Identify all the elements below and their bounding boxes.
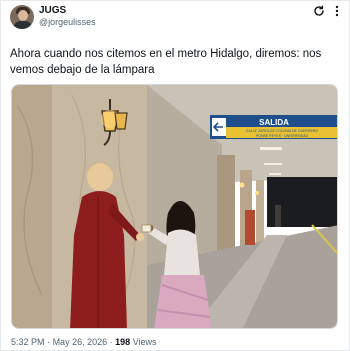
author-handle[interactable]: @jorgeulisses [39,17,96,27]
sign-sub-text-1: CALLE ZAROLOZ COLONIA DE GUERRERO [246,129,318,133]
author-display-name[interactable]: JUGS [39,5,66,16]
tweet-meta: 5:32 PM · May 26, 2026 · 198 Views [11,337,157,347]
meta-separator: · [109,337,113,347]
avatar[interactable] [10,5,34,29]
views-label: Views [132,337,157,347]
views-count: 198 [115,337,131,347]
sign-main-text: SALIDA [259,118,289,127]
tweet-card: JUGS @jorgeulisses Ahora cuando nos cite… [0,0,350,351]
meta-separator: · [47,337,51,347]
sign-sub-text-2: PONSE REYES · UNIVERSIDAD [256,134,309,138]
more-icon[interactable] [330,4,344,18]
tweet-text: Ahora cuando nos citemos en el metro Hid… [10,48,322,76]
tweet-time[interactable]: 5:32 PM [11,337,45,347]
tweet-photo[interactable]: SALIDA CALLE ZAROLOZ COLONIA DE GUERRERO… [11,84,338,329]
tweet-date[interactable]: May 26, 2026 [53,337,108,347]
refresh-icon[interactable] [312,4,326,18]
